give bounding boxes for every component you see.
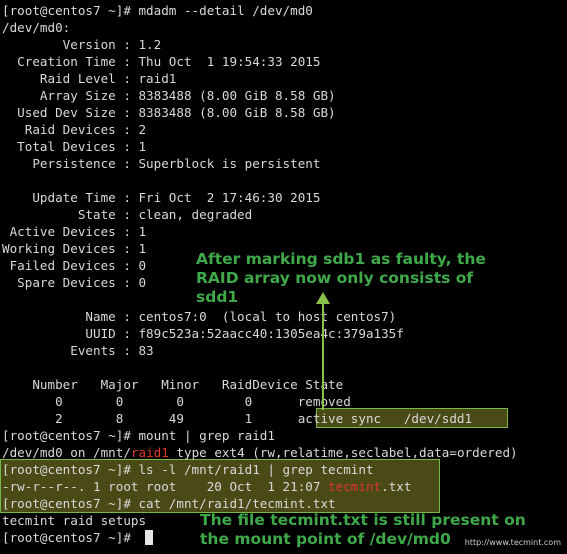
terminal-line: 0 0 0 0 removed — [2, 394, 351, 409]
grep-match: tecmint — [328, 479, 382, 494]
terminal-line: [root@centos7 ~]# mount | grep raid1 — [2, 428, 275, 443]
terminal-line: Number Major Minor RaidDevice State — [2, 377, 344, 392]
terminal-line-ls: -rw-r--r--. 1 root root 20 Oct 1 21:07 t… — [2, 479, 412, 494]
terminal-line: [root@centos7 ~]# cat /mnt/raid1/tecmint… — [2, 496, 336, 511]
terminal-line: tecmint raid setups — [2, 513, 147, 528]
terminal-window[interactable]: [root@centos7 ~]# mdadm --detail /dev/md… — [0, 0, 567, 554]
terminal-line-mount: /dev/md0 on /mnt/raid1 type ext4 (rw,rel… — [2, 445, 518, 460]
terminal-line: State : clean, degraded — [2, 207, 253, 222]
terminal-line: Total Devices : 1 — [2, 139, 147, 154]
terminal-line: Spare Devices : 0 — [2, 275, 147, 290]
watermark: http://www.tecmint.com — [464, 538, 561, 547]
annotation-faulty-note: After marking sdb1 as faulty, the RAID a… — [196, 250, 486, 306]
terminal-line: /dev/md0: — [2, 20, 71, 35]
terminal-line: Working Devices : 1 — [2, 241, 147, 256]
terminal-line: Raid Devices : 2 — [2, 122, 147, 137]
terminal-line: UUID : f89c523a:52aacc40:1305ea4c:379a13… — [2, 326, 404, 341]
terminal-line: Creation Time : Thu Oct 1 19:54:33 2015 — [2, 54, 321, 69]
terminal-line: Array Size : 8383488 (8.00 GiB 8.58 GB) — [2, 88, 336, 103]
annotation-arrow-line — [322, 300, 324, 410]
terminal-line: Active Devices : 1 — [2, 224, 147, 239]
terminal-line: Name : centos7:0 (local to host centos7) — [2, 309, 397, 324]
terminal-line: Persistence : Superblock is persistent — [2, 156, 321, 171]
terminal-prompt[interactable]: [root@centos7 ~]# — [2, 529, 138, 546]
terminal-line: Raid Level : raid1 — [2, 71, 177, 86]
terminal-line: Update Time : Fri Oct 2 17:46:30 2015 — [2, 190, 321, 205]
terminal-line: Failed Devices : 0 — [2, 258, 147, 273]
terminal-line: Used Dev Size : 8383488 (8.00 GiB 8.58 G… — [2, 105, 336, 120]
terminal-line: [root@centos7 ~]# ls -l /mnt/raid1 | gre… — [2, 462, 374, 477]
grep-match: raid1 — [130, 445, 169, 460]
terminal-cursor — [145, 530, 153, 545]
terminal-line: Events : 83 — [2, 343, 154, 358]
terminal-line: Version : 1.2 — [2, 37, 162, 52]
terminal-line: 2 8 49 1 active sync /dev/sdd1 — [2, 411, 473, 426]
terminal-line: [root@centos7 ~]# mdadm --detail /dev/md… — [2, 3, 313, 18]
annotation-arrow-icon — [316, 292, 330, 304]
